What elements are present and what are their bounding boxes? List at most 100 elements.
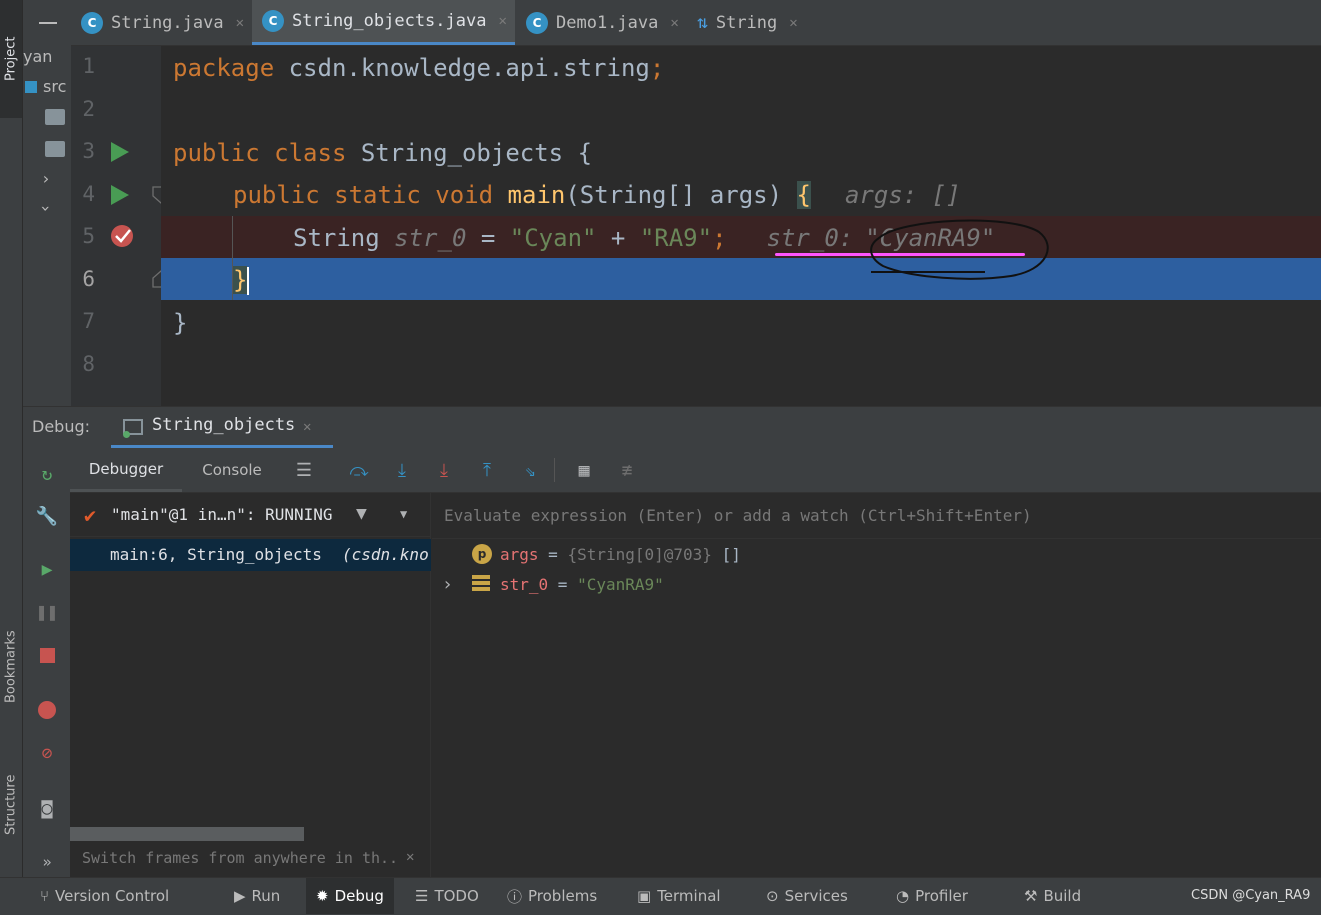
trace-icon[interactable]: ≢ — [613, 456, 641, 484]
tab-console[interactable]: Console — [182, 448, 282, 492]
left-tool-strip: Project Bookmarks Structure — [0, 0, 23, 877]
text-cursor — [247, 267, 249, 295]
run-icon[interactable] — [111, 142, 129, 162]
editor-tabs-bar: C String.java ✕ C String_objects.java ✕ … — [71, 0, 1321, 46]
step-over-icon[interactable]: ⤼ — [345, 456, 373, 484]
chevron-down-icon[interactable]: › — [36, 204, 55, 214]
src-folder-label[interactable]: src — [43, 77, 66, 96]
close-icon[interactable]: ✕ — [789, 15, 797, 31]
variable-name: str_0 — [500, 575, 549, 594]
debug-session-tab[interactable]: String_objects ✕ — [111, 407, 333, 448]
stop-icon[interactable] — [33, 641, 61, 669]
tab-debugger[interactable]: Debugger — [70, 448, 182, 492]
tab-label: String.java — [111, 12, 224, 33]
settings-wrench-icon[interactable]: 🔧 — [33, 502, 61, 530]
profiler-icon: ◔ — [896, 887, 910, 905]
project-tree-sliver: yan src › › — [23, 45, 71, 407]
brace: { — [577, 139, 593, 167]
frames-hint: Switch frames from anywhere in th.. — [82, 849, 399, 867]
chevron-down-icon[interactable]: ▼ — [400, 507, 407, 521]
structure-tool-tab[interactable]: Structure — [0, 750, 22, 860]
rerun-icon[interactable]: ↻ — [33, 460, 61, 488]
variable-name: args — [500, 545, 539, 564]
evaluate-placeholder: Evaluate expression (Enter) or add a wat… — [444, 506, 1032, 525]
debug-label: Debug: — [32, 417, 91, 436]
bookmarks-tool-tab[interactable]: Bookmarks — [0, 612, 22, 722]
run-button[interactable]: ▶ Run — [234, 878, 280, 914]
build-button[interactable]: ⚒ Build — [1024, 878, 1081, 914]
line-number: 8 — [82, 352, 95, 376]
class-name: String_objects — [346, 139, 578, 167]
tab-string-java[interactable]: C String.java ✕ — [71, 0, 251, 45]
minimize-icon[interactable] — [39, 22, 57, 24]
variable-row[interactable]: p args = {String[0]@703} [] — [432, 543, 1321, 571]
status-label: TODO — [434, 887, 479, 905]
chevron-right-icon[interactable]: › — [41, 169, 51, 188]
view-breakpoints-icon[interactable] — [33, 696, 61, 724]
evaluate-icon[interactable]: ▦ — [570, 456, 598, 484]
folder-icon[interactable] — [45, 109, 65, 125]
pause-icon[interactable]: ❚❚ — [33, 598, 61, 626]
code-editor[interactable]: package csdn.knowledge.api.string; publi… — [161, 46, 1321, 406]
step-into-icon[interactable]: ⤓ — [388, 456, 416, 484]
frame-package: (csdn.kno — [342, 545, 429, 564]
tool-window-header — [23, 0, 71, 45]
stack-frame-row[interactable]: main:6, String_objects (csdn.kno — [70, 539, 431, 571]
thread-selector[interactable]: ✔ "main"@1 in…n": RUNNING ▼ ▼ — [70, 493, 431, 537]
profiler-button[interactable]: ◔ Profiler — [896, 878, 968, 914]
source-folder-icon — [25, 81, 37, 93]
brace: } — [173, 309, 188, 337]
filter-icon[interactable]: ▼ — [356, 503, 367, 524]
toolbar-divider — [554, 458, 555, 482]
run-icon[interactable] — [111, 185, 129, 205]
close-icon[interactable]: ✕ — [303, 419, 311, 435]
type: String — [293, 224, 395, 252]
bottom-tool-bar: ⑂ Version Control ▶ Run ✹ Debug ☰ TODO ⓘ Prob… — [0, 877, 1321, 915]
keyword: package — [173, 54, 275, 82]
matched-brace: { — [796, 181, 811, 209]
step-out-icon[interactable]: ⤒ — [473, 456, 501, 484]
horizontal-scrollbar[interactable] — [70, 827, 304, 841]
run-icon: ▶ — [234, 887, 246, 905]
field-icon — [472, 575, 490, 593]
close-icon[interactable]: ✕ — [406, 849, 414, 865]
hand-drawn-circle — [870, 219, 1049, 280]
project-root-label[interactable]: yan — [23, 47, 52, 66]
variable-entry: args = {String[0]@703} [] — [500, 545, 741, 564]
menu-icon[interactable]: ☰ — [290, 456, 318, 484]
folder-icon[interactable] — [45, 141, 65, 157]
tab-string-objects-java[interactable]: C String_objects.java ✕ — [252, 0, 515, 45]
variable: str_0 — [394, 224, 467, 252]
evaluate-expression-input[interactable]: Evaluate expression (Enter) or add a wat… — [432, 493, 1321, 539]
structure-icon: ⇅ — [697, 12, 708, 33]
close-icon[interactable]: ✕ — [670, 15, 678, 31]
equals: = — [548, 575, 578, 594]
problems-button[interactable]: ⓘ Problems — [507, 878, 597, 914]
chevron-right-icon[interactable]: › — [442, 574, 453, 595]
run-to-cursor-icon[interactable]: ⇘ — [516, 456, 544, 484]
more-icon[interactable]: » — [33, 848, 61, 876]
force-step-into-icon[interactable]: ⤓ — [430, 456, 458, 484]
terminal-button[interactable]: ▣ Terminal — [637, 878, 721, 914]
variable-value: {String[0]@703} — [567, 545, 712, 564]
debug-button[interactable]: ✹ Debug — [306, 878, 394, 914]
project-tool-tab[interactable]: Project — [0, 0, 22, 118]
list-icon: ☰ — [415, 887, 429, 905]
version-control-button[interactable]: ⑂ Version Control — [40, 878, 169, 914]
debug-tool-window-header: Debug: String_objects ✕ — [23, 406, 1321, 448]
variable-row[interactable]: › str_0 = "CyanRA9" — [432, 573, 1321, 601]
mute-breakpoints-icon[interactable]: ⊘ — [33, 739, 61, 767]
line-number: 4 — [82, 182, 95, 206]
close-icon[interactable]: ✕ — [498, 13, 506, 29]
class-icon: C — [81, 11, 103, 34]
breakpoint-icon[interactable] — [109, 222, 137, 248]
camera-icon[interactable]: ◙ — [33, 794, 61, 822]
watermark: CSDN @Cyan_RA9 — [1191, 888, 1311, 903]
todo-button[interactable]: ☰ TODO — [415, 878, 479, 914]
close-icon[interactable]: ✕ — [236, 15, 244, 31]
tab-string-structure[interactable]: ⇅ String ✕ — [687, 0, 817, 45]
resume-icon[interactable]: ▶ — [33, 555, 61, 583]
line-number: 1 — [82, 54, 95, 78]
services-button[interactable]: ⊙ Services — [766, 878, 848, 914]
tab-demo1-java[interactable]: C Demo1.java ✕ — [516, 0, 686, 45]
